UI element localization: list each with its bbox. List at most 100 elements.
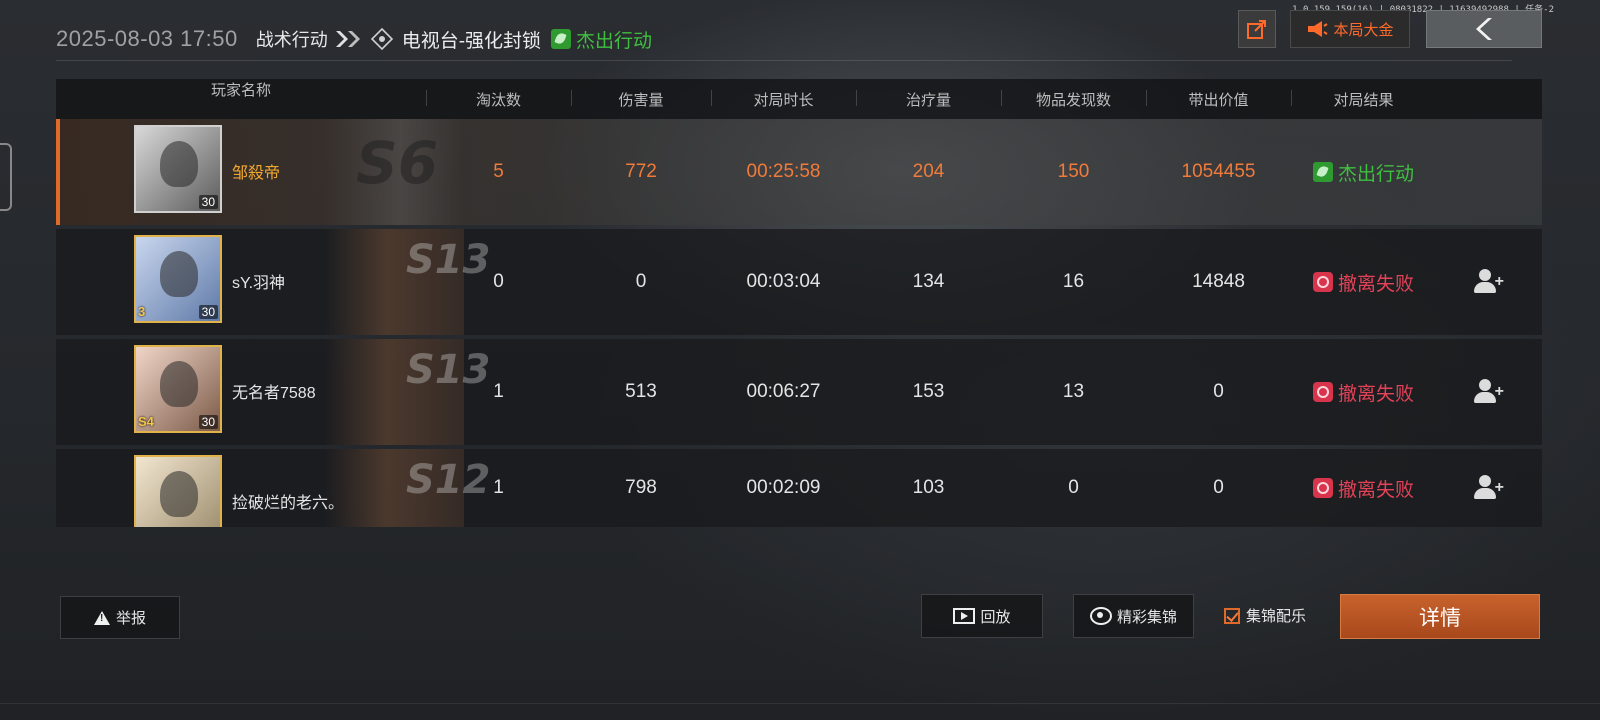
replay-label: 回放	[980, 608, 1011, 626]
healing-value: 134	[912, 271, 945, 292]
items-found-value: 150	[1057, 161, 1090, 182]
chevron-right-icon	[335, 31, 360, 47]
highlights-button[interactable]: 精彩集锦	[1073, 594, 1194, 638]
side-tab[interactable]	[0, 143, 12, 211]
result-cell: 杰出行动	[1291, 159, 1436, 186]
add-friend-icon: +	[1474, 379, 1504, 405]
report-button[interactable]: 举报	[60, 596, 180, 639]
match-map: 电视台-强化封锁	[401, 30, 542, 52]
add-friend-button[interactable]: +	[1436, 475, 1542, 501]
match-datetime: 2025-08-03 17:50	[56, 26, 238, 51]
result-cell: 撤离失败	[1291, 475, 1436, 502]
col-healing: 治疗量	[856, 89, 1001, 110]
col-duration: 对局时长	[711, 89, 856, 110]
map-diamond-icon	[370, 27, 393, 51]
add-friend-icon: +	[1474, 269, 1504, 295]
player-row[interactable]: S13 3 30 sY.羽神 0 0 00:03:04 134 16 14848…	[56, 229, 1542, 335]
avatar-face	[160, 251, 198, 297]
player-name: 无名者7588	[232, 385, 316, 402]
result-label: 撤离失败	[1337, 273, 1414, 295]
leaf-icon	[551, 29, 572, 49]
extract-value: 0	[1213, 477, 1224, 498]
add-friend-icon: +	[1474, 475, 1504, 501]
result-label: 杰出行动	[1337, 163, 1414, 185]
checkbox-icon[interactable]	[1224, 607, 1240, 624]
match-mode: 战术行动	[255, 30, 328, 50]
col-extract-value: 带出价值	[1146, 89, 1291, 110]
match-result-label: 杰出行动	[576, 30, 653, 52]
result-success: 杰出行动	[1291, 159, 1436, 186]
avatar[interactable]	[134, 455, 222, 527]
player-name: 邹殺帝	[232, 165, 281, 182]
fail-icon	[1312, 382, 1333, 402]
duration-value: 00:25:58	[746, 161, 821, 182]
player-row[interactable]: S12 捡破烂的老六。 1 798 00:02:09 103 0 0 撤离失败 …	[56, 449, 1542, 527]
replay-button[interactable]: 回放	[921, 594, 1043, 638]
avatar[interactable]: S4 30	[134, 345, 222, 433]
rank-badge: S4	[138, 414, 154, 429]
result-cell: 撤离失败	[1291, 269, 1436, 296]
result-cell: 撤离失败	[1291, 379, 1436, 406]
match-header: 2025-08-03 17:50 战术行动 电视台-强化封锁 杰出行动	[56, 20, 652, 58]
damage-value: 798	[625, 477, 657, 498]
result-label: 撤离失败	[1337, 383, 1414, 405]
report-label: 举报	[115, 610, 146, 627]
jackpot-button[interactable]: 本局大金	[1290, 10, 1410, 48]
duration-value: 00:02:09	[746, 477, 821, 498]
damage-value: 513	[625, 381, 657, 402]
duration-value: 00:03:04	[746, 271, 821, 292]
highlights-label: 精彩集锦	[1116, 608, 1177, 626]
extract-value: 1054455	[1181, 161, 1256, 182]
avatar-face	[160, 141, 198, 187]
avatar[interactable]: 3 30	[134, 235, 222, 323]
damage-value: 0	[635, 271, 647, 292]
avatar-face	[160, 471, 198, 517]
items-found-value: 16	[1062, 271, 1085, 292]
highlight-music-toggle[interactable]: 集锦配乐	[1224, 605, 1306, 626]
fail-icon	[1312, 478, 1333, 498]
player-name: sY.羽神	[232, 275, 286, 292]
duration-value: 00:06:27	[746, 381, 821, 402]
player-name: 捡破烂的老六。	[232, 495, 345, 512]
extract-value: 0	[1213, 381, 1224, 402]
header-divider	[56, 60, 1512, 61]
col-eliminations: 淘汰数	[426, 89, 571, 110]
result-fail: 撤离失败	[1291, 475, 1436, 502]
avatar[interactable]: 30	[134, 125, 222, 213]
season-art: S6	[356, 129, 439, 197]
scoreboard-header: 玩家名称 淘汰数 伤害量 对局时长 治疗量 物品发现数 带出价值 对局结果	[56, 79, 1542, 119]
add-friend-button[interactable]: +	[1436, 269, 1542, 295]
share-button[interactable]	[1238, 10, 1276, 48]
items-found-value: 0	[1068, 477, 1079, 498]
scoreboard: 玩家名称 淘汰数 伤害量 对局时长 治疗量 物品发现数 带出价值 对局结果 S6…	[56, 79, 1542, 527]
add-friend-button[interactable]: +	[1436, 379, 1542, 405]
season-art: S13	[406, 347, 491, 393]
result-label: 撤离失败	[1337, 479, 1414, 501]
healing-value: 153	[912, 381, 945, 402]
season-art: S12	[406, 457, 491, 503]
details-button[interactable]: 详情	[1340, 594, 1540, 639]
back-chevron-icon	[1476, 18, 1492, 40]
col-result: 对局结果	[1291, 89, 1436, 110]
result-fail: 撤离失败	[1291, 379, 1436, 406]
avatar-face	[160, 361, 198, 407]
player-row[interactable]: S6 30 邹殺帝 5 772 00:25:58 204 150 1054455…	[56, 119, 1542, 225]
extract-value: 14848	[1192, 271, 1245, 292]
camera-icon	[1089, 607, 1112, 625]
rank-badge: 3	[138, 304, 146, 319]
jackpot-label: 本局大金	[1333, 21, 1394, 39]
back-button[interactable]	[1426, 10, 1542, 48]
film-icon	[953, 608, 976, 624]
player-row[interactable]: S13 S4 30 无名者7588 1 513 00:06:27 153 13 …	[56, 339, 1542, 445]
col-items-found: 物品发现数	[1001, 89, 1146, 110]
season-art: S13	[406, 237, 491, 283]
result-fail: 撤离失败	[1291, 269, 1436, 296]
damage-value: 772	[625, 161, 657, 182]
player-cell: S13 3 30 sY.羽神	[56, 229, 490, 335]
match-result: 杰出行动	[551, 26, 652, 53]
fail-icon	[1312, 272, 1333, 292]
col-player: 玩家名称	[210, 82, 271, 99]
player-cell: S12 捡破烂的老六。	[56, 449, 490, 527]
player-level: 30	[198, 415, 218, 429]
share-icon	[1247, 20, 1266, 39]
